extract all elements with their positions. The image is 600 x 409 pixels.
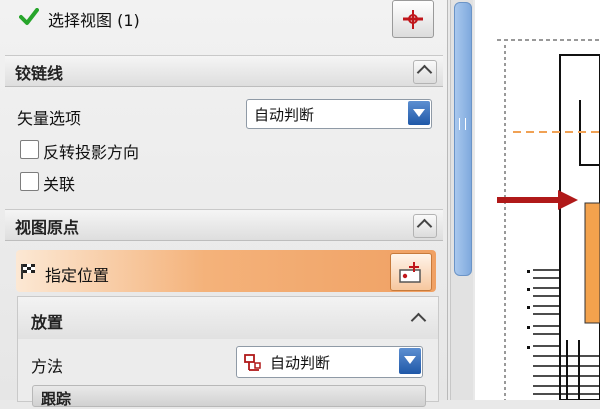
placement-method-icon [244,354,261,371]
view-origin-title: 视图原点 [15,218,80,237]
select-view-row[interactable]: 选择视图 (1) [5,0,443,38]
red-arrow-icon [497,190,578,210]
chevron-up-icon[interactable] [413,60,437,84]
vector-option-label: 矢量选项 [17,109,82,128]
chevron-up-icon[interactable] [408,308,428,329]
grip-icon [459,118,466,130]
point-location-button[interactable] [390,253,432,291]
dropdown-arrow-icon[interactable] [408,101,430,125]
associative-label: 关联 [43,175,76,194]
vector-option-value: 自动判断 [254,106,315,124]
check-icon [19,8,39,25]
hinge-line-header[interactable]: 铰链线 [5,55,443,87]
hinge-line-title: 铰链线 [15,64,64,83]
specify-location-row[interactable]: 指定位置 [16,250,436,292]
dialog-panel: 选择视图 (1) 铰链线 矢量选项 自动判断 反转投影方向 关联 视图原点 指定… [0,0,448,408]
reverse-projection-checkbox[interactable] [20,140,39,159]
drawing-graphics [497,39,600,400]
method-value: 自动判断 [270,354,331,372]
placement-group: 放置 方法 自动判断 跟踪 [17,296,439,408]
tracking-header[interactable]: 跟踪 [32,385,426,408]
method-label: 方法 [31,357,64,376]
scrollbar-thumb[interactable] [454,2,472,276]
select-view-button[interactable] [392,0,434,38]
drawing-canvas[interactable] [475,0,600,400]
associative-checkbox[interactable] [20,172,39,191]
flag-icon [21,264,35,279]
tracking-title: 跟踪 [41,390,72,408]
placement-header[interactable]: 放置 [18,297,438,339]
chevron-up-icon[interactable] [413,214,437,238]
vertical-scrollbar[interactable] [450,0,473,400]
view-origin-header[interactable]: 视图原点 [5,209,443,241]
reverse-projection-label: 反转投影方向 [43,143,140,162]
select-view-icon [403,10,423,29]
vector-option-select[interactable]: 自动判断 [246,99,432,129]
placement-title: 放置 [31,313,64,332]
select-view-label: 选择视图 (1) [48,11,140,30]
method-select[interactable]: 自动判断 [236,346,423,378]
dropdown-arrow-icon[interactable] [399,348,421,374]
specify-location-label: 指定位置 [45,266,110,285]
point-location-icon [399,262,421,283]
